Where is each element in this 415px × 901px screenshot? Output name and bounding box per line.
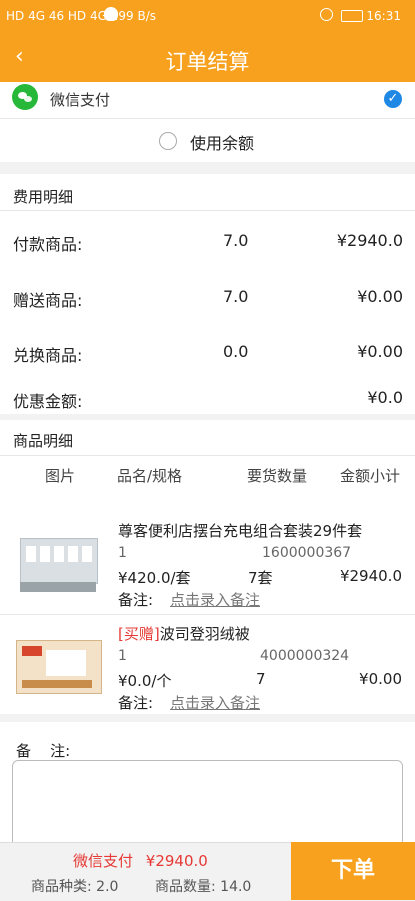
fee-amount-gift: ¥0.00 [357,287,403,306]
col-header-qty: 要货数量 [247,467,308,485]
fee-label-paid: 付款商品: [13,235,83,254]
goods-header-section: 商品明细 图片 品名/规格 要货数量 金额小计 [0,420,415,510]
status-time: 16:31 [366,9,401,23]
wechat-icon [12,84,38,110]
remark-input[interactable] [12,760,403,848]
wechat-pay-label: 微信支付 [50,91,111,109]
col-header-subtotal: 金额小计 [340,467,401,485]
qq-icon [104,7,118,21]
fee-amount-exchange: ¥0.00 [357,342,403,361]
goods-section-title: 商品明细 [13,432,74,450]
product-image [16,630,102,700]
remark-label: 备 注: [16,742,71,760]
fee-label-exchange: 兑换商品: [13,346,83,365]
note-label: 备注: [118,591,154,609]
product-name-line: [买赠]波司登羽绒被 [118,623,250,644]
alarm-icon [320,8,333,21]
enter-note-link[interactable]: 点击录入备注 [170,589,260,610]
list-item[interactable]: [买赠]波司登羽绒被 1 4000000324 ¥0.0/个 7 ¥0.00 备… [0,614,415,714]
fee-amount-paid: ¥2940.0 [336,231,403,250]
fee-amount-discount: ¥0.0 [367,388,403,407]
fee-label-gift: 赠送商品: [13,291,83,310]
use-balance-label: 使用余额 [190,134,255,153]
product-spec: 1 [118,545,127,561]
status-bar: HD 4G 46 HD 4G 299 B/s 16:31 [0,0,415,34]
product-code: 4000000324 [260,648,350,664]
product-image [16,530,100,600]
fee-section: 费用明细 付款商品: 7.0 ¥2940.0 赠送商品: 7.0 ¥0.00 兑… [0,174,415,414]
note-label: 备注: [118,694,154,712]
gift-tag: [买赠] [118,625,160,643]
total-amount: ¥2940.0 [145,852,208,870]
fee-qty-paid: 7.0 [223,231,249,250]
unit-price: ¥420.0/套 [118,569,191,587]
pay-summary: 微信支付 ¥2940.0 [73,850,208,871]
top-header: ‹ 订单结算 [0,34,415,82]
product-name: 尊客便利店摆台充电组合套装29件套 [118,522,363,540]
fee-label-discount: 优惠金额: [13,392,83,411]
fee-qty-exchange: 0.0 [223,342,249,361]
goods-count: 商品数量: 14.0 [155,879,252,895]
status-left-info: HD 4G 46 HD 4G 299 B/s [6,9,156,23]
battery-icon [341,10,363,22]
subtotal: ¥0.00 [359,670,402,688]
goods-kinds: 商品种类: 2.0 [31,879,119,895]
payment-section: 微信支付 ✓ 使用余额 [0,82,415,162]
list-item[interactable]: 尊客便利店摆台充电组合套装29件套 1 1600000367 ¥420.0/套 … [0,510,415,614]
wechat-pay-check-icon[interactable]: ✓ [384,90,402,108]
place-order-button[interactable]: 下单 [291,842,415,900]
subtotal: ¥2940.0 [339,567,402,585]
col-header-name: 品名/规格 [117,467,183,485]
col-header-image: 图片 [45,467,76,485]
product-name: 波司登羽绒被 [159,625,250,643]
product-code: 1600000367 [262,545,352,561]
enter-note-link[interactable]: 点击录入备注 [170,692,260,713]
unit-price: ¥0.0/个 [118,672,172,690]
use-balance-radio[interactable] [159,132,177,150]
quantity: 7 [256,670,266,688]
fee-section-title: 费用明细 [13,188,74,206]
page-title: 订单结算 [165,50,250,74]
pay-method: 微信支付 [73,852,134,870]
fee-qty-gift: 7.0 [223,287,249,306]
quantity: 7套 [248,569,273,587]
product-spec: 1 [118,648,127,664]
